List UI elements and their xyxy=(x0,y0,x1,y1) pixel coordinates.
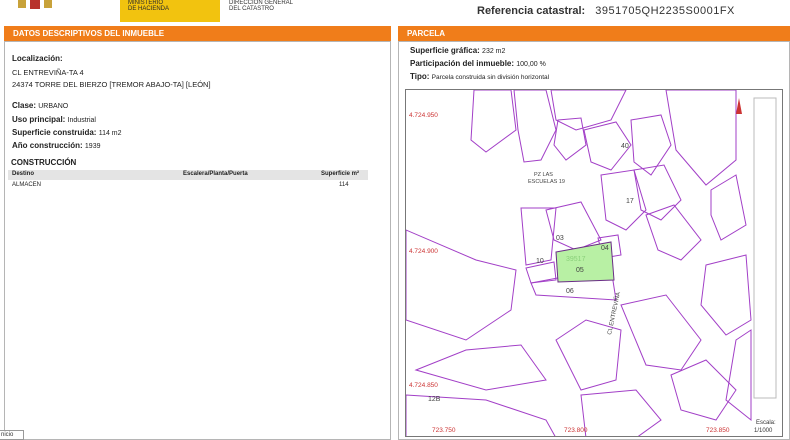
cadastral-reference: Referencia catastral: 3951705QH2235S0001F… xyxy=(477,5,735,17)
square-label: PZ LAS xyxy=(534,172,553,178)
parcel-outline xyxy=(470,90,517,153)
parcel-outline xyxy=(406,229,517,341)
x-tick-label: 723.750 xyxy=(432,427,456,434)
cadastral-map-drawing: 4.724.950 4.724.900 4.724.850 723.750 723.80… xyxy=(406,90,777,436)
anio-value: 1939 xyxy=(84,143,101,150)
parcel-outline xyxy=(620,294,702,371)
north-arrow-icon xyxy=(736,98,742,114)
y-tick-label: 4.724.950 xyxy=(409,112,438,119)
participacion-field: Participación del inmueble: 100,00 % xyxy=(410,59,546,68)
sup-grafica-field: Superficie gráfica: 232 m2 xyxy=(410,46,506,55)
scale-value: 1/1000 xyxy=(754,428,773,434)
y-tick-label: 4.724.850 xyxy=(409,382,438,389)
plot-number-label: 12B xyxy=(428,396,441,403)
directorate-name: DIRECCIÓN GENERAL DEL CATASTRO xyxy=(229,0,294,12)
plot-number-label: 06 xyxy=(566,288,574,295)
plot-number-label: 04 xyxy=(601,245,609,252)
col-escalera: Escalera/Planta/Puerta xyxy=(183,171,248,177)
y-tick-label: 4.724.900 xyxy=(409,248,438,255)
cadastral-reference-label: Referencia catastral: xyxy=(477,5,586,17)
address-line-2: 24374 TORRE DEL BIERZO [TREMOR ABAJO-TA]… xyxy=(12,80,211,89)
superficie-value: 114 m2 xyxy=(98,130,122,137)
uso-value: Industrial xyxy=(67,117,96,124)
parcel-outline xyxy=(710,174,747,241)
table-row-destino: ALMACEN xyxy=(12,182,42,188)
parcel-outline xyxy=(553,117,587,161)
parcel-outline xyxy=(665,90,737,186)
plot-number-label: 17 xyxy=(626,198,634,205)
plot-number-label: 05 xyxy=(576,267,584,274)
page-header: MINISTERIO DE HACIENDA DIRECCIÓN GENERAL… xyxy=(0,0,790,24)
anio-field: Año construcción: 1939 xyxy=(12,141,101,150)
construccion-title: CONSTRUCCIÓN xyxy=(11,158,77,167)
address-line-1: CL ENTREVIÑA-TA 4 xyxy=(12,68,84,77)
parcel-outline xyxy=(550,90,627,131)
col-destino: Destino xyxy=(12,171,35,177)
ministry-name: MINISTERIO DE HACIENDA xyxy=(128,0,170,12)
col-superficie: Superficie m² xyxy=(321,171,360,177)
street-label: CL ENTREVIÑA xyxy=(606,291,622,335)
x-tick-label: 723.850 xyxy=(706,427,730,434)
parcel-outline xyxy=(725,329,752,422)
localizacion-label: Localización: xyxy=(12,54,63,63)
parcel-panel-title: PARCELA xyxy=(398,26,790,41)
table-row-superficie: 114 xyxy=(339,182,349,188)
parcel-outline xyxy=(513,90,557,163)
x-tick-label: 723.800 xyxy=(564,427,588,434)
sup-grafica-value: 232 m2 xyxy=(482,48,506,55)
plot-number-label: 03 xyxy=(556,235,564,242)
map-legend xyxy=(753,97,777,399)
tipo-value: Parcela construida sin división horizont… xyxy=(431,74,550,81)
clase-field: Clase: URBANO xyxy=(12,101,69,110)
uso-field: Uso principal: Industrial xyxy=(12,115,96,124)
property-data-panel-title: DATOS DESCRIPTIVOS DEL INMUEBLE xyxy=(4,26,391,41)
parcel-outline xyxy=(520,207,557,266)
cadastral-reference-value: 3951705QH2235S0001FX xyxy=(595,5,735,17)
scale-label: Escala: xyxy=(756,420,776,426)
participacion-value: 100,00 % xyxy=(516,61,546,68)
superficie-field: Superficie construida: 114 m2 xyxy=(12,128,122,137)
clase-value: URBANO xyxy=(38,103,69,110)
plot-number-label: 40 xyxy=(621,143,629,150)
parcel-outline xyxy=(580,389,662,436)
parcel-outline xyxy=(700,254,752,336)
start-button[interactable]: nicio xyxy=(0,430,24,440)
parcel-outline xyxy=(525,261,557,284)
cadastral-map[interactable]: 4.724.950 4.724.900 4.724.850 723.750 723.80… xyxy=(405,89,783,437)
square-label: ESCUELAS 19 xyxy=(528,179,565,185)
tipo-field: Tipo: Parcela construida sin división ho… xyxy=(410,72,550,81)
plot-number-label: 10 xyxy=(536,258,544,265)
highlighted-parcel-label: 39517 xyxy=(566,256,586,263)
parcel-outline xyxy=(645,204,702,261)
coat-of-arms-logo xyxy=(18,0,52,9)
parcel-outline xyxy=(670,359,737,421)
